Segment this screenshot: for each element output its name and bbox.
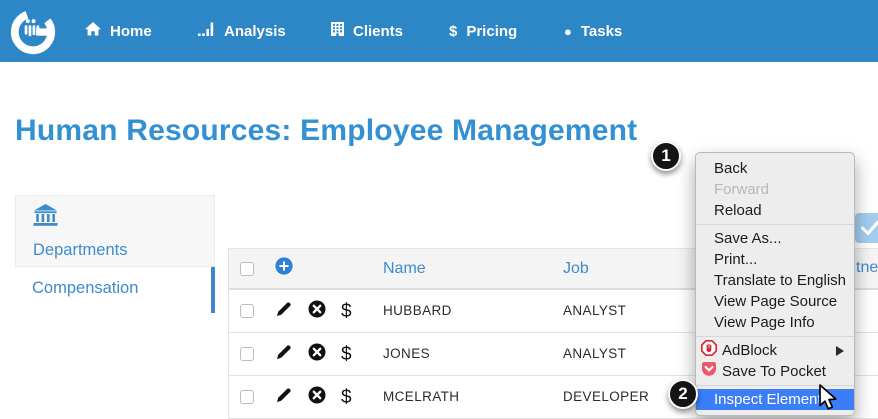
table-dropdown-button[interactable] xyxy=(855,213,878,243)
pocket-icon xyxy=(701,361,717,383)
edit-pencil-icon[interactable] xyxy=(275,386,293,409)
menu-item-save-to-pocket[interactable]: Save To Pocket xyxy=(696,361,854,382)
menu-separator xyxy=(696,336,854,337)
column-header-partial[interactable]: tne xyxy=(856,259,878,277)
context-menu: Back Forward Reload Save As... Print... … xyxy=(695,152,855,416)
row-checkbox[interactable] xyxy=(240,304,254,318)
column-header-name[interactable]: Name xyxy=(383,260,426,277)
menu-item-view-page-info[interactable]: View Page Info xyxy=(696,312,854,333)
employee-name: JONES xyxy=(383,346,430,361)
menu-item-label: AdBlock xyxy=(722,340,777,361)
edit-pencil-icon[interactable] xyxy=(275,300,293,323)
menu-item-view-page-source[interactable]: View Page Source xyxy=(696,291,854,312)
menu-item-adblock[interactable]: AdBlock xyxy=(696,340,854,361)
building-icon xyxy=(331,22,344,40)
nav-item-home[interactable]: Home xyxy=(85,0,152,62)
employee-job: ANALYST xyxy=(563,346,626,361)
menu-item-forward: Forward xyxy=(696,179,854,200)
chevron-down-icon xyxy=(861,221,878,236)
menu-item-back[interactable]: Back xyxy=(696,158,854,179)
salary-dollar-icon[interactable]: $ xyxy=(341,345,352,364)
submenu-arrow-icon xyxy=(836,346,844,356)
dollar-icon: $ xyxy=(449,23,457,40)
bank-icon xyxy=(33,213,58,230)
menu-item-label: Save To Pocket xyxy=(722,361,826,382)
add-row-button[interactable] xyxy=(275,257,293,280)
employee-job: DEVELOPER xyxy=(563,389,649,404)
circle-icon: ● xyxy=(564,24,572,39)
bar-chart-icon xyxy=(198,22,215,40)
annotation-step-badge-2: 2 xyxy=(668,379,698,409)
employee-job: ANALYST xyxy=(563,303,626,318)
column-header-job[interactable]: Job xyxy=(563,260,589,277)
nav-item-clients[interactable]: Clients xyxy=(331,0,403,62)
nav-label: Tasks xyxy=(581,23,622,40)
sidebar: Departments Compensation xyxy=(15,195,215,313)
menu-item-translate[interactable]: Translate to English xyxy=(696,270,854,291)
row-checkbox[interactable] xyxy=(240,347,254,361)
logo-icon xyxy=(8,6,58,56)
sidebar-item-compensation[interactable]: Compensation xyxy=(15,267,215,313)
delete-x-icon[interactable] xyxy=(308,343,326,366)
delete-x-icon[interactable] xyxy=(308,300,326,323)
nav-item-pricing[interactable]: $ Pricing xyxy=(449,0,517,62)
employee-name: MCELRATH xyxy=(383,389,459,404)
edit-pencil-icon[interactable] xyxy=(275,343,293,366)
mouse-cursor-icon xyxy=(818,384,840,416)
salary-dollar-icon[interactable]: $ xyxy=(341,302,352,321)
top-navbar: Home Analysis Clients xyxy=(0,0,878,62)
menu-item-reload[interactable]: Reload xyxy=(696,200,854,221)
salary-dollar-icon[interactable]: $ xyxy=(341,388,352,407)
employee-name: HUBBARD xyxy=(383,303,452,318)
adblock-icon xyxy=(701,340,717,362)
annotation-step-badge-1: 1 xyxy=(651,141,681,171)
nav-item-tasks[interactable]: ● Tasks xyxy=(564,0,622,62)
page-title: Human Resources: Employee Management xyxy=(15,114,637,148)
nav-label: Clients xyxy=(353,23,403,40)
app-logo[interactable] xyxy=(8,6,58,61)
select-all-checkbox[interactable] xyxy=(240,262,254,276)
sidebar-item-label: Compensation xyxy=(32,279,138,297)
nav-label: Pricing xyxy=(466,23,517,40)
sidebar-item-departments[interactable]: Departments xyxy=(15,195,215,267)
nav-label: Analysis xyxy=(224,23,286,40)
nav-item-analysis[interactable]: Analysis xyxy=(198,0,286,62)
nav-label: Home xyxy=(110,23,152,40)
delete-x-icon[interactable] xyxy=(308,386,326,409)
menu-item-print[interactable]: Print... xyxy=(696,249,854,270)
home-icon xyxy=(85,22,101,40)
menu-separator xyxy=(696,224,854,225)
sidebar-item-label: Departments xyxy=(33,241,214,260)
menu-item-save-as[interactable]: Save As... xyxy=(696,228,854,249)
row-checkbox[interactable] xyxy=(240,390,254,404)
